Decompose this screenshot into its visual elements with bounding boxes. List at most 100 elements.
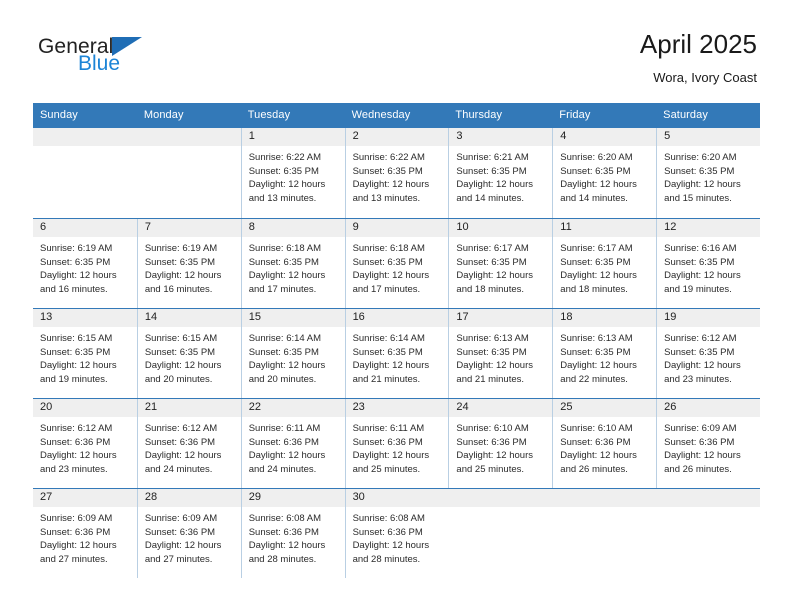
day-cell[interactable]: 28 Sunrise: 6:09 AM Sunset: 6:36 PM Dayligh… <box>136 489 241 579</box>
sunset-time: Sunset: 6:35 PM <box>248 165 319 177</box>
day-number: 12 <box>657 219 760 238</box>
day-cell[interactable]: 22 Sunrise: 6:11 AM Sunset: 6:36 PM Dayligh… <box>240 399 345 489</box>
sunset-time: Sunset: 6:35 PM <box>352 346 423 358</box>
day-details: Sunrise: 6:22 AM Sunset: 6:35 PM Daylight:… <box>346 146 449 205</box>
daylight-duration-line2: and 19 minutes. <box>664 283 732 295</box>
week-row: 13 Sunrise: 6:15 AM Sunset: 6:35 PM Dayligh… <box>33 308 760 399</box>
daylight-duration-line1: Daylight: 12 hours <box>144 360 222 372</box>
daylight-duration-line1: Daylight: 12 hours <box>248 540 326 552</box>
daylight-duration-line1: Daylight: 12 hours <box>144 450 222 462</box>
day-cell[interactable]: 18 Sunrise: 6:13 AM Sunset: 6:35 PM Dayligh… <box>552 309 657 399</box>
day-number: 23 <box>345 399 449 418</box>
sunset-time: Sunset: 6:35 PM <box>352 256 423 268</box>
day-cell[interactable]: 3 Sunrise: 6:21 AM Sunset: 6:35 PM Daylight… <box>448 128 553 219</box>
day-cell[interactable]: 21 Sunrise: 6:12 AM Sunset: 6:36 PM Dayligh… <box>136 399 241 489</box>
daylight-duration-line2: and 13 minutes. <box>352 192 421 204</box>
daylight-duration-line2: and 16 minutes. <box>40 283 108 295</box>
sunrise-time: Sunrise: 6:10 AM <box>560 423 633 435</box>
daylight-duration-line1: Daylight: 12 hours <box>352 450 430 462</box>
daylight-duration-line2: and 22 minutes. <box>560 373 628 385</box>
day-details: Sunrise: 6:14 AM Sunset: 6:35 PM Daylight:… <box>242 327 345 386</box>
day-cell[interactable]: 4 Sunrise: 6:20 AM Sunset: 6:35 PM Daylight… <box>552 128 657 219</box>
sunrise-time: Sunrise: 6:11 AM <box>248 423 321 435</box>
daylight-duration-line2: and 23 minutes. <box>40 463 108 475</box>
sunrise-time: Sunrise: 6:17 AM <box>560 243 633 255</box>
sunrise-time: Sunrise: 6:21 AM <box>456 152 529 164</box>
day-cell[interactable]: 6 Sunrise: 6:19 AM Sunset: 6:35 PM Daylight… <box>33 219 137 308</box>
day-details: Sunrise: 6:11 AM Sunset: 6:36 PM Daylight:… <box>242 417 345 476</box>
daylight-duration-line1: Daylight: 12 hours <box>144 270 222 282</box>
daylight-duration-line1: Daylight: 12 hours <box>144 540 222 552</box>
daylight-duration-line1: Daylight: 12 hours <box>352 540 430 552</box>
day-cell[interactable]: 12 Sunrise: 6:16 AM Sunset: 6:35 PM Dayligh… <box>656 219 760 309</box>
brand-name-general: General <box>38 35 114 58</box>
sunset-time: Sunset: 6:36 PM <box>144 526 216 538</box>
brand-logo[interactable]: General Blue <box>38 35 143 75</box>
daylight-duration-line1: Daylight: 12 hours <box>664 360 741 372</box>
day-cell[interactable]: 26 Sunrise: 6:09 AM Sunset: 6:36 PM Dayligh… <box>656 399 760 489</box>
day-number: 1 <box>241 128 345 147</box>
day-cell[interactable]: 16 Sunrise: 6:14 AM Sunset: 6:35 PM Dayligh… <box>344 309 449 399</box>
day-cell[interactable]: 2 Sunrise: 6:22 AM Sunset: 6:35 PM Daylight… <box>344 128 449 219</box>
day-cell[interactable]: 10 Sunrise: 6:17 AM Sunset: 6:35 PM Dayligh… <box>448 219 553 309</box>
day-cell[interactable]: 1 Sunrise: 6:22 AM Sunset: 6:35 PM Daylight… <box>240 128 345 219</box>
day-cell[interactable]: 5 Sunrise: 6:20 AM Sunset: 6:35 PM Daylight… <box>656 128 760 219</box>
day-cell[interactable]: 17 Sunrise: 6:13 AM Sunset: 6:35 PM Dayligh… <box>448 309 553 399</box>
daylight-duration-line2: and 25 minutes. <box>352 463 421 475</box>
day-details: Sunrise: 6:19 AM Sunset: 6:35 PM Daylight:… <box>33 237 137 296</box>
blue-triangle-flag-icon <box>112 37 143 56</box>
day-number: 26 <box>657 399 760 418</box>
day-cell[interactable]: 7 Sunrise: 6:19 AM Sunset: 6:35 PM Daylight… <box>136 219 241 309</box>
sunrise-time: Sunrise: 6:09 AM <box>664 423 737 435</box>
day-cell-empty <box>136 128 241 218</box>
day-cell[interactable]: 25 Sunrise: 6:10 AM Sunset: 6:36 PM Dayligh… <box>552 399 657 489</box>
sunrise-time: Sunrise: 6:15 AM <box>40 333 113 345</box>
sunrise-time: Sunrise: 6:09 AM <box>144 513 218 525</box>
day-number: 21 <box>137 399 241 418</box>
week-row: 1 Sunrise: 6:22 AM Sunset: 6:35 PM Daylight… <box>33 128 760 219</box>
day-cell[interactable]: 11 Sunrise: 6:17 AM Sunset: 6:35 PM Dayligh… <box>552 219 657 309</box>
day-details: Sunrise: 6:10 AM Sunset: 6:36 PM Daylight:… <box>553 417 656 476</box>
day-cell[interactable]: 30 Sunrise: 6:08 AM Sunset: 6:36 PM Dayligh… <box>344 489 449 579</box>
day-cell[interactable]: 8 Sunrise: 6:18 AM Sunset: 6:35 PM Daylight… <box>240 219 345 309</box>
day-number: 10 <box>449 219 553 238</box>
daylight-duration-line1: Daylight: 12 hours <box>664 270 741 282</box>
day-cell[interactable]: 20 Sunrise: 6:12 AM Sunset: 6:36 PM Dayligh… <box>33 399 137 488</box>
daylight-duration-line2: and 14 minutes. <box>456 192 525 204</box>
day-details: Sunrise: 6:19 AM Sunset: 6:35 PM Daylight:… <box>138 237 241 296</box>
sunset-time: Sunset: 6:35 PM <box>144 256 216 268</box>
sunset-time: Sunset: 6:36 PM <box>144 436 216 448</box>
day-cell[interactable]: 29 Sunrise: 6:08 AM Sunset: 6:36 PM Dayligh… <box>240 489 345 579</box>
day-cell[interactable]: 14 Sunrise: 6:15 AM Sunset: 6:35 PM Dayligh… <box>136 309 241 399</box>
day-cell[interactable]: 13 Sunrise: 6:15 AM Sunset: 6:35 PM Dayligh… <box>33 309 137 398</box>
day-cell[interactable]: 24 Sunrise: 6:10 AM Sunset: 6:36 PM Dayligh… <box>448 399 553 489</box>
day-cell[interactable]: 19 Sunrise: 6:12 AM Sunset: 6:35 PM Dayligh… <box>656 309 760 399</box>
day-cell[interactable]: 15 Sunrise: 6:14 AM Sunset: 6:35 PM Dayligh… <box>240 309 345 399</box>
day-cell[interactable]: 23 Sunrise: 6:11 AM Sunset: 6:36 PM Dayligh… <box>344 399 449 489</box>
day-details: Sunrise: 6:09 AM Sunset: 6:36 PM Daylight:… <box>657 417 760 476</box>
daylight-duration-line1: Daylight: 12 hours <box>40 360 117 372</box>
daylight-duration-line1: Daylight: 12 hours <box>456 450 533 462</box>
day-details: Sunrise: 6:09 AM Sunset: 6:36 PM Daylight:… <box>138 507 241 566</box>
day-number: 24 <box>449 399 553 418</box>
sunset-time: Sunset: 6:35 PM <box>560 165 631 177</box>
weekday-header-wednesday: Wednesday <box>351 109 411 121</box>
day-cell[interactable]: 27 Sunrise: 6:09 AM Sunset: 6:36 PM Dayligh… <box>33 489 137 578</box>
weekday-header-monday: Monday <box>143 109 184 121</box>
daylight-duration-line1: Daylight: 12 hours <box>40 450 117 462</box>
daylight-duration-line2: and 13 minutes. <box>248 192 317 204</box>
day-cell[interactable]: 9 Sunrise: 6:18 AM Sunset: 6:35 PM Daylight… <box>344 219 449 309</box>
daylight-duration-line2: and 27 minutes. <box>144 553 213 565</box>
sunrise-time: Sunrise: 6:16 AM <box>664 243 737 255</box>
sunset-time: Sunset: 6:35 PM <box>144 346 216 358</box>
title-block: April 2025 Wora, Ivory Coast <box>640 29 757 85</box>
weeks-container: 1 Sunrise: 6:22 AM Sunset: 6:35 PM Daylight… <box>33 128 760 579</box>
day-details: Sunrise: 6:20 AM Sunset: 6:35 PM Daylight:… <box>553 146 656 205</box>
weekday-header-friday: Friday <box>559 109 591 121</box>
day-details: Sunrise: 6:16 AM Sunset: 6:35 PM Daylight:… <box>657 237 760 296</box>
day-number <box>656 489 760 508</box>
daylight-duration-line1: Daylight: 12 hours <box>560 270 637 282</box>
day-number: 20 <box>33 399 137 418</box>
daylight-duration-line1: Daylight: 12 hours <box>352 179 430 191</box>
day-number: 8 <box>241 219 345 238</box>
